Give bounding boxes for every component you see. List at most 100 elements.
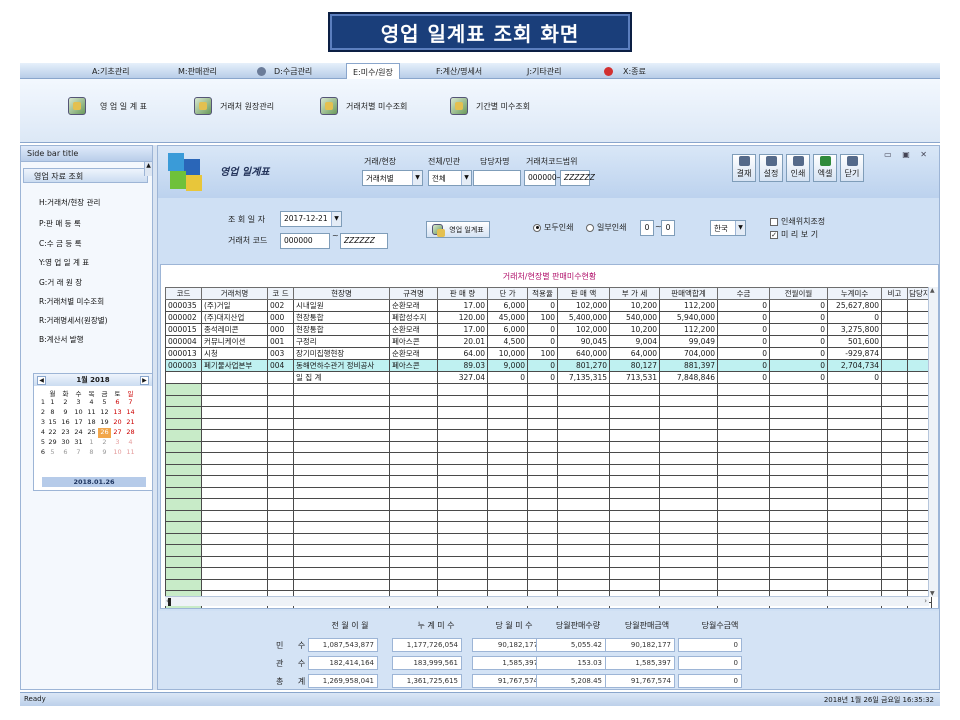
table-cell[interactable] bbox=[293, 475, 390, 488]
table-cell[interactable] bbox=[827, 486, 882, 499]
table-cell[interactable] bbox=[267, 452, 294, 465]
table-cell[interactable] bbox=[165, 555, 202, 568]
table-cell[interactable] bbox=[881, 578, 908, 591]
table-cell[interactable] bbox=[609, 578, 660, 591]
table-cell[interactable]: 일 집 계 bbox=[293, 371, 390, 384]
table-cell[interactable]: 003 bbox=[267, 347, 294, 360]
table-cell[interactable] bbox=[717, 452, 770, 465]
table-cell[interactable]: 0 bbox=[527, 335, 558, 348]
table-cell[interactable]: 시청 bbox=[201, 347, 268, 360]
table-cell[interactable] bbox=[717, 532, 770, 545]
table-cell[interactable]: 폐합성수지 bbox=[389, 311, 438, 324]
table-cell[interactable]: 폐기물사업본부 bbox=[201, 359, 268, 372]
table-cell[interactable]: 0 bbox=[769, 371, 828, 384]
table-cell[interactable]: 000 bbox=[267, 323, 294, 336]
radio-print-part[interactable]: 일부인쇄 bbox=[586, 222, 626, 233]
table-cell[interactable] bbox=[659, 429, 718, 442]
table-cell[interactable] bbox=[487, 452, 528, 465]
table-cell[interactable] bbox=[827, 567, 882, 580]
window-controls[interactable]: ▭ ▣ ✕ bbox=[884, 150, 931, 159]
table-cell[interactable] bbox=[389, 521, 438, 534]
table-row[interactable]: 000035 (주)거일 002 시내일원 순환모래 17.00 6,000 0 102,000… bbox=[165, 299, 932, 312]
table-cell[interactable] bbox=[293, 567, 390, 580]
table-cell[interactable] bbox=[487, 417, 528, 430]
table-cell[interactable] bbox=[201, 406, 268, 419]
table-row[interactable] bbox=[165, 521, 932, 534]
calendar-day[interactable]: 7 bbox=[124, 398, 137, 408]
table-cell[interactable] bbox=[769, 452, 828, 465]
table-cell[interactable] bbox=[389, 498, 438, 511]
table-cell[interactable]: 0 bbox=[769, 311, 828, 324]
calendar-day[interactable]: 26 bbox=[98, 428, 111, 438]
calendar-day[interactable]: 22 bbox=[46, 428, 59, 438]
calendar-day[interactable]: 11 bbox=[85, 408, 98, 418]
table-cell[interactable] bbox=[389, 578, 438, 591]
table-cell[interactable]: 0 bbox=[769, 299, 828, 312]
date-picker[interactable]: 2017-12-21 ▼ bbox=[280, 211, 342, 227]
table-cell[interactable]: 폐아스콘 bbox=[389, 359, 438, 372]
table-cell[interactable] bbox=[769, 429, 828, 442]
table-cell[interactable] bbox=[293, 509, 390, 522]
table-cell[interactable]: 112,200 bbox=[659, 299, 718, 312]
table-cell[interactable]: 순환모래 bbox=[389, 299, 438, 312]
calendar-day[interactable]: 8 bbox=[46, 408, 59, 418]
table-cell[interactable] bbox=[827, 417, 882, 430]
calendar-day[interactable]: 11 bbox=[124, 448, 137, 458]
table-cell[interactable] bbox=[659, 440, 718, 453]
table-cell[interactable]: 0 bbox=[769, 323, 828, 336]
table-cell[interactable] bbox=[437, 383, 488, 396]
table-cell[interactable] bbox=[717, 475, 770, 488]
table-cell[interactable] bbox=[165, 429, 202, 442]
table-cell[interactable] bbox=[659, 578, 718, 591]
table-cell[interactable]: 0 bbox=[527, 323, 558, 336]
table-cell[interactable] bbox=[717, 555, 770, 568]
table-cell[interactable] bbox=[293, 555, 390, 568]
calendar-day[interactable]: 6 bbox=[59, 448, 72, 458]
table-cell[interactable] bbox=[487, 544, 528, 557]
column-header[interactable]: 적용율 bbox=[527, 287, 558, 300]
table-cell[interactable] bbox=[527, 440, 558, 453]
table-cell[interactable]: 000035 bbox=[165, 299, 202, 312]
table-cell[interactable]: 17.00 bbox=[437, 299, 488, 312]
table-cell[interactable] bbox=[769, 383, 828, 396]
table-cell[interactable] bbox=[389, 371, 438, 384]
table-cell[interactable] bbox=[881, 498, 908, 511]
table-cell[interactable] bbox=[293, 406, 390, 419]
calendar-day[interactable]: 9 bbox=[59, 408, 72, 418]
table-cell[interactable] bbox=[165, 463, 202, 476]
table-cell[interactable] bbox=[165, 383, 202, 396]
table-cell[interactable]: 000003 bbox=[165, 359, 202, 372]
sidebar-item-statement[interactable]: R:거래명세서(원장별) bbox=[39, 315, 108, 326]
table-cell[interactable] bbox=[267, 509, 294, 522]
column-header[interactable]: 규격명 bbox=[389, 287, 438, 300]
table-cell[interactable] bbox=[769, 532, 828, 545]
calendar-day[interactable]: 25 bbox=[85, 428, 98, 438]
table-cell[interactable] bbox=[827, 394, 882, 407]
table-cell[interactable]: 20.01 bbox=[437, 335, 488, 348]
table-cell[interactable]: 89.03 bbox=[437, 359, 488, 372]
table-cell[interactable] bbox=[293, 383, 390, 396]
table-cell[interactable] bbox=[557, 429, 610, 442]
table-cell[interactable] bbox=[487, 406, 528, 419]
table-cell[interactable] bbox=[437, 440, 488, 453]
table-cell[interactable] bbox=[557, 567, 610, 580]
sidebar-item-dealer-site[interactable]: H:거래처/현장 관리 bbox=[39, 197, 100, 208]
table-cell[interactable] bbox=[717, 429, 770, 442]
table-cell[interactable] bbox=[293, 544, 390, 557]
table-cell[interactable] bbox=[659, 383, 718, 396]
calendar-day[interactable]: 10 bbox=[72, 408, 85, 418]
table-cell[interactable] bbox=[827, 440, 882, 453]
calendar-day[interactable]: 2 bbox=[59, 398, 72, 408]
table-cell[interactable] bbox=[165, 371, 202, 384]
table-cell[interactable]: 64.00 bbox=[437, 347, 488, 360]
table-cell[interactable] bbox=[437, 578, 488, 591]
table-cell[interactable]: 640,000 bbox=[557, 347, 610, 360]
table-cell[interactable]: 7,135,315 bbox=[557, 371, 610, 384]
table-cell[interactable]: 000013 bbox=[165, 347, 202, 360]
table-row[interactable]: 000015 종석레미콘 000 현장통합 순환모래 17.00 6,000 0 102,000… bbox=[165, 323, 932, 336]
all-public-select[interactable]: 전체 ▼ bbox=[428, 170, 472, 186]
table-row[interactable] bbox=[165, 578, 932, 591]
page-to-input[interactable]: 0 bbox=[661, 220, 675, 236]
vertical-scrollbar[interactable] bbox=[928, 287, 938, 597]
page-from-input[interactable]: 0 bbox=[640, 220, 654, 236]
